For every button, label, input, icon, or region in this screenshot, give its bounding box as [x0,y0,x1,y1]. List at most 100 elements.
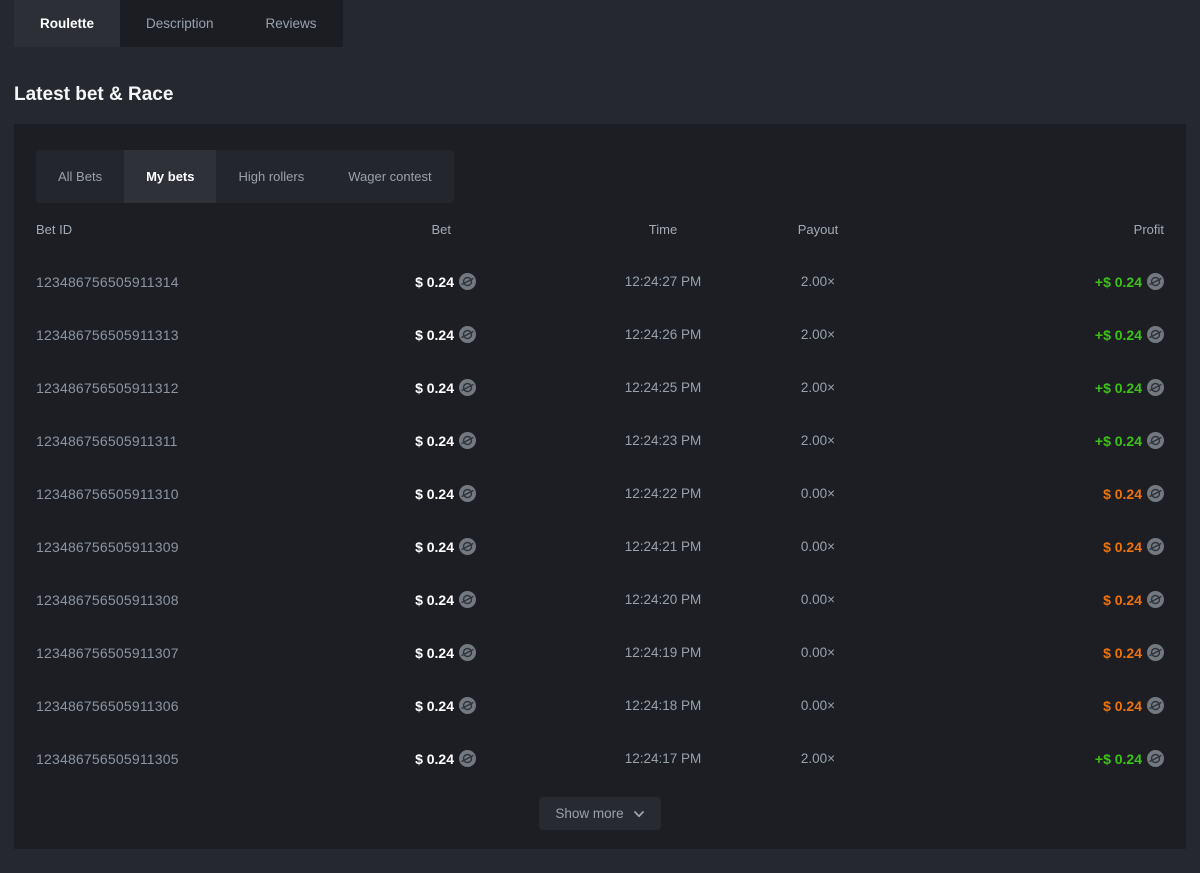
stellar-coin-icon [459,326,476,343]
bet-payout-value: 2.00× [748,751,888,766]
table-row[interactable]: 123486756505911312 $ 0.24 12:24:25 PM 2.… [36,361,1164,414]
table-row[interactable]: 123486756505911309 $ 0.24 12:24:21 PM 0.… [36,520,1164,573]
bet-payout-value: 0.00× [748,486,888,501]
bet-amount-value: $ 0.24 [415,698,454,714]
bets-table-body: 123486756505911314 $ 0.24 12:24:27 PM 2.… [36,255,1164,785]
bet-time-value: 12:24:17 PM [588,751,738,766]
show-more-container: Show more [36,797,1164,830]
tab-roulette[interactable]: Roulette [14,0,120,47]
tab-label: My bets [146,169,194,184]
bet-time-value: 12:24:27 PM [588,274,738,289]
bet-profit-cell: +$ 0.24 [888,379,1164,396]
bet-profit-cell: +$ 0.24 [888,750,1164,767]
bet-id-value: 123486756505911312 [36,380,372,396]
bet-id-value: 123486756505911305 [36,751,372,767]
table-row[interactable]: 123486756505911306 $ 0.24 12:24:18 PM 0.… [36,679,1164,732]
bet-payout-value: 0.00× [748,645,888,660]
show-more-label: Show more [555,806,623,821]
stellar-coin-icon [1147,591,1164,608]
bet-amount-cell: $ 0.24 [372,379,476,396]
tab-all-bets[interactable]: All Bets [36,150,124,203]
bet-amount-cell: $ 0.24 [372,591,476,608]
bet-amount-value: $ 0.24 [415,327,454,343]
bets-filter-tab-bar: All Bets My bets High rollers Wager cont… [36,150,454,203]
bet-amount-cell: $ 0.24 [372,485,476,502]
table-row[interactable]: 123486756505911305 $ 0.24 12:24:17 PM 2.… [36,732,1164,785]
tab-description[interactable]: Description [120,0,240,47]
chevron-down-icon [633,808,645,820]
stellar-coin-icon [459,644,476,661]
bet-profit-value: $ 0.24 [1103,486,1142,502]
bet-id-value: 123486756505911313 [36,327,372,343]
column-header-profit: Profit [888,222,1164,237]
bet-profit-value: +$ 0.24 [1095,274,1142,290]
bet-amount-value: $ 0.24 [415,274,454,290]
latest-bets-panel: All Bets My bets High rollers Wager cont… [14,124,1186,849]
bet-time-value: 12:24:25 PM [588,380,738,395]
stellar-coin-icon [1147,750,1164,767]
show-more-button[interactable]: Show more [539,797,660,830]
bet-time-value: 12:24:21 PM [588,539,738,554]
bet-profit-value: $ 0.24 [1103,645,1142,661]
bet-time-value: 12:24:26 PM [588,327,738,342]
bet-payout-value: 2.00× [748,433,888,448]
stellar-coin-icon [1147,273,1164,290]
stellar-coin-icon [1147,485,1164,502]
table-row[interactable]: 123486756505911313 $ 0.24 12:24:26 PM 2.… [36,308,1164,361]
column-header-time: Time [588,222,738,237]
stellar-coin-icon [1147,697,1164,714]
bet-id-value: 123486756505911311 [36,433,372,449]
tab-my-bets[interactable]: My bets [124,150,216,203]
bet-payout-value: 0.00× [748,539,888,554]
bet-profit-value: $ 0.24 [1103,698,1142,714]
bet-id-value: 123486756505911307 [36,645,372,661]
bet-amount-value: $ 0.24 [415,433,454,449]
stellar-coin-icon [459,697,476,714]
bet-amount-cell: $ 0.24 [372,644,476,661]
table-row[interactable]: 123486756505911310 $ 0.24 12:24:22 PM 0.… [36,467,1164,520]
bet-amount-value: $ 0.24 [415,592,454,608]
bet-profit-cell: $ 0.24 [888,591,1164,608]
bet-profit-value: +$ 0.24 [1095,751,1142,767]
bet-id-value: 123486756505911309 [36,539,372,555]
bet-payout-value: 2.00× [748,327,888,342]
bet-payout-value: 0.00× [748,698,888,713]
bet-profit-value: $ 0.24 [1103,539,1142,555]
bet-amount-value: $ 0.24 [415,539,454,555]
table-row[interactable]: 123486756505911314 $ 0.24 12:24:27 PM 2.… [36,255,1164,308]
tab-label: High rollers [238,169,304,184]
page-title: Latest bet & Race [14,84,1200,106]
bet-amount-cell: $ 0.24 [372,538,476,555]
bet-amount-cell: $ 0.24 [372,697,476,714]
tab-wager-contest[interactable]: Wager contest [326,150,453,203]
bet-amount-value: $ 0.24 [415,645,454,661]
bet-time-value: 12:24:19 PM [588,645,738,660]
page-tab-bar: Roulette Description Reviews [14,0,343,47]
bet-amount-cell: $ 0.24 [372,273,476,290]
bet-payout-value: 2.00× [748,380,888,395]
column-header-payout: Payout [748,222,888,237]
bet-id-value: 123486756505911310 [36,486,372,502]
tab-label: Description [146,16,214,31]
bet-profit-value: +$ 0.24 [1095,433,1142,449]
bet-time-value: 12:24:20 PM [588,592,738,607]
tab-high-rollers[interactable]: High rollers [216,150,326,203]
tab-label: Roulette [40,16,94,31]
table-row[interactable]: 123486756505911307 $ 0.24 12:24:19 PM 0.… [36,626,1164,679]
bet-amount-cell: $ 0.24 [372,432,476,449]
tab-label: All Bets [58,169,102,184]
bet-id-value: 123486756505911306 [36,698,372,714]
tab-label: Wager contest [348,169,431,184]
bet-profit-value: +$ 0.24 [1095,380,1142,396]
stellar-coin-icon [1147,379,1164,396]
stellar-coin-icon [1147,538,1164,555]
table-row[interactable]: 123486756505911308 $ 0.24 12:24:20 PM 0.… [36,573,1164,626]
table-row[interactable]: 123486756505911311 $ 0.24 12:24:23 PM 2.… [36,414,1164,467]
tab-reviews[interactable]: Reviews [240,0,343,47]
stellar-coin-icon [459,273,476,290]
table-header-row: Bet ID Bet Time Payout Profit [36,203,1164,255]
bet-profit-cell: $ 0.24 [888,485,1164,502]
bet-amount-cell: $ 0.24 [372,750,476,767]
bet-profit-cell: $ 0.24 [888,644,1164,661]
stellar-coin-icon [459,432,476,449]
